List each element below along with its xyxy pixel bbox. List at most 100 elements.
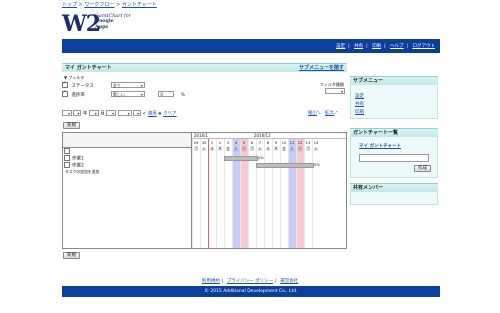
from-day-select[interactable] <box>88 110 99 117</box>
weekday-label: 月 <box>250 146 254 151</box>
logo-text: GanttChart for Google Apps <box>95 14 131 30</box>
task-2-name[interactable]: 作業2 <box>72 164 84 169</box>
day-column <box>288 139 296 248</box>
breadcrumb-sep: > <box>78 2 83 8</box>
nav-settings[interactable]: 設定 <box>336 44 345 49</box>
top-nav: 設定 | 共有 | 印刷 | ヘルプ | ログアウト <box>336 44 436 49</box>
nav-print[interactable]: 印刷 <box>372 44 381 49</box>
submenu-header: サブメニュー <box>350 76 438 85</box>
breadcrumb-sep: > <box>116 2 121 8</box>
new-button-top[interactable]: 新規 <box>63 122 80 129</box>
task-1-name[interactable]: 作業1 <box>72 157 84 162</box>
weekday-label: 水 <box>210 146 214 151</box>
status-filter-row: ステータス 全て <box>62 80 145 89</box>
timeline-pane: 2016/1 2016/12 29 月 30 火 1 水 2 木 3 金 4 土 5 日 6 月 7 火 8 水 9 木 1… <box>192 133 346 248</box>
apply-check-icon: ✔ <box>142 111 147 117</box>
footer-company[interactable]: 運営会社 <box>280 279 298 284</box>
weekday-label: 木 <box>218 146 222 151</box>
select-all-row <box>64 148 72 155</box>
to-month-select[interactable] <box>117 110 132 117</box>
task-2-checkbox[interactable] <box>64 162 70 168</box>
new-gantt-name-input[interactable] <box>359 154 429 162</box>
task-1-checkbox[interactable] <box>64 155 70 161</box>
day-number: 4 <box>234 140 238 145</box>
day-number: 2 <box>218 140 222 145</box>
breadcrumb-gantt[interactable]: ガントチャート <box>122 2 157 8</box>
progress-label: 進捗率 <box>71 92 85 98</box>
weekday-label: 水 <box>266 146 270 151</box>
submenu-share[interactable]: 共有 <box>355 101 364 107</box>
day-number: 11 <box>289 140 295 145</box>
add-task-link[interactable]: タスクの追加を追加 <box>65 169 99 175</box>
day-number: 5 <box>242 140 246 145</box>
weekday-label: 火 <box>258 146 262 151</box>
weekday-label: 木 <box>274 146 278 151</box>
copyright: © 2015 Additional Development Co., Ltd. <box>62 286 440 297</box>
filter-type-select[interactable] <box>325 88 345 95</box>
task-row-2[interactable]: 作業2 <box>64 162 84 169</box>
weekday-label: 日 <box>298 146 302 151</box>
nav-help[interactable]: ヘルプ <box>390 44 404 49</box>
hide-submenu-link[interactable]: サブメニューを隠す <box>299 64 344 73</box>
zoom-in-link[interactable]: 拡大 <box>325 111 334 116</box>
nav-logout[interactable]: ログアウト <box>413 44 436 49</box>
my-gantt-header: マイ ガントチャート サブメニューを隠す <box>62 63 347 72</box>
my-gantt-link[interactable]: マイ ガントチャート <box>359 143 401 149</box>
progress-value-input[interactable]: 0 <box>158 91 175 97</box>
nav-share[interactable]: 共有 <box>354 44 363 49</box>
day-column <box>280 139 288 248</box>
task-bar[interactable] <box>224 156 258 161</box>
day-number: 8 <box>266 140 270 145</box>
clear-link[interactable]: クリア <box>163 112 177 117</box>
status-select[interactable]: 全て <box>110 82 145 89</box>
task-row-1[interactable]: 作業1 <box>64 155 84 162</box>
day-column <box>192 139 200 248</box>
weekday-label: 土 <box>234 146 238 151</box>
footer-privacy[interactable]: プライバシー ポリシー <box>227 279 273 284</box>
weekday-label: 月 <box>306 146 310 151</box>
logo-line3: Apps <box>95 23 109 30</box>
day-number: 13 <box>305 140 311 145</box>
day-number: 10 <box>281 140 287 145</box>
from-month-select[interactable] <box>73 110 82 117</box>
status-checkbox[interactable] <box>62 80 68 88</box>
weekday-label: 月 <box>194 146 198 151</box>
submenu-panel: 設定 共有 印刷 <box>350 85 438 119</box>
shared-members-header: 共有メンバー <box>350 183 438 192</box>
gantt-list-header: ガントチャート一覧 <box>350 128 438 137</box>
filter-toggle[interactable]: ▼ フィルタ <box>64 75 84 81</box>
create-gantt-button[interactable]: 作成 <box>414 165 431 172</box>
weekday-label: 火 <box>202 146 206 151</box>
zoom-out-link[interactable]: 縮小 <box>308 111 317 116</box>
progress-operator-select[interactable]: 等しい <box>110 91 145 98</box>
app-logo[interactable]: W2 GanttChart for Google Apps <box>62 12 152 38</box>
day-column <box>272 139 280 248</box>
day-number: 6 <box>250 140 254 145</box>
breadcrumb-top[interactable]: トップ <box>62 2 77 8</box>
gantt-list-panel: マイ ガントチャート 作成 <box>350 137 438 178</box>
from-year-select[interactable] <box>62 110 72 117</box>
apply-link[interactable]: 適用 <box>148 112 157 117</box>
breadcrumb-workflow[interactable]: ワークフロー <box>84 2 114 8</box>
submenu-settings[interactable]: 設定 <box>355 93 364 99</box>
weekday-label: 土 <box>290 146 294 151</box>
task-bar[interactable] <box>256 163 314 168</box>
gantt-chart: 作業1 作業2 タスクの追加を追加 2016/1 2016/12 29 月 30 火 1… <box>62 132 347 249</box>
year-suffix: 年 <box>82 111 88 117</box>
to-day-select[interactable] <box>133 110 142 117</box>
day-column <box>304 139 312 248</box>
breadcrumb: トップ > ワークフロー > ガントチャート <box>62 1 157 8</box>
footer-terms[interactable]: 利用規約 <box>202 279 220 284</box>
day-column <box>264 139 272 248</box>
day-number: 3 <box>226 140 230 145</box>
day-column <box>312 139 320 248</box>
to-year-select[interactable] <box>106 110 117 117</box>
day-number: 7 <box>258 140 262 145</box>
task-progress-label: 0% <box>314 162 321 167</box>
submenu-print[interactable]: 印刷 <box>355 109 364 115</box>
shared-members-panel <box>350 192 438 205</box>
select-all-checkbox[interactable] <box>64 148 70 154</box>
progress-checkbox[interactable] <box>62 89 68 97</box>
new-button-bottom[interactable]: 新規 <box>63 252 80 259</box>
date-range-row: 年 月 ---- ✔ 適用 ◆ クリア <box>62 110 177 117</box>
